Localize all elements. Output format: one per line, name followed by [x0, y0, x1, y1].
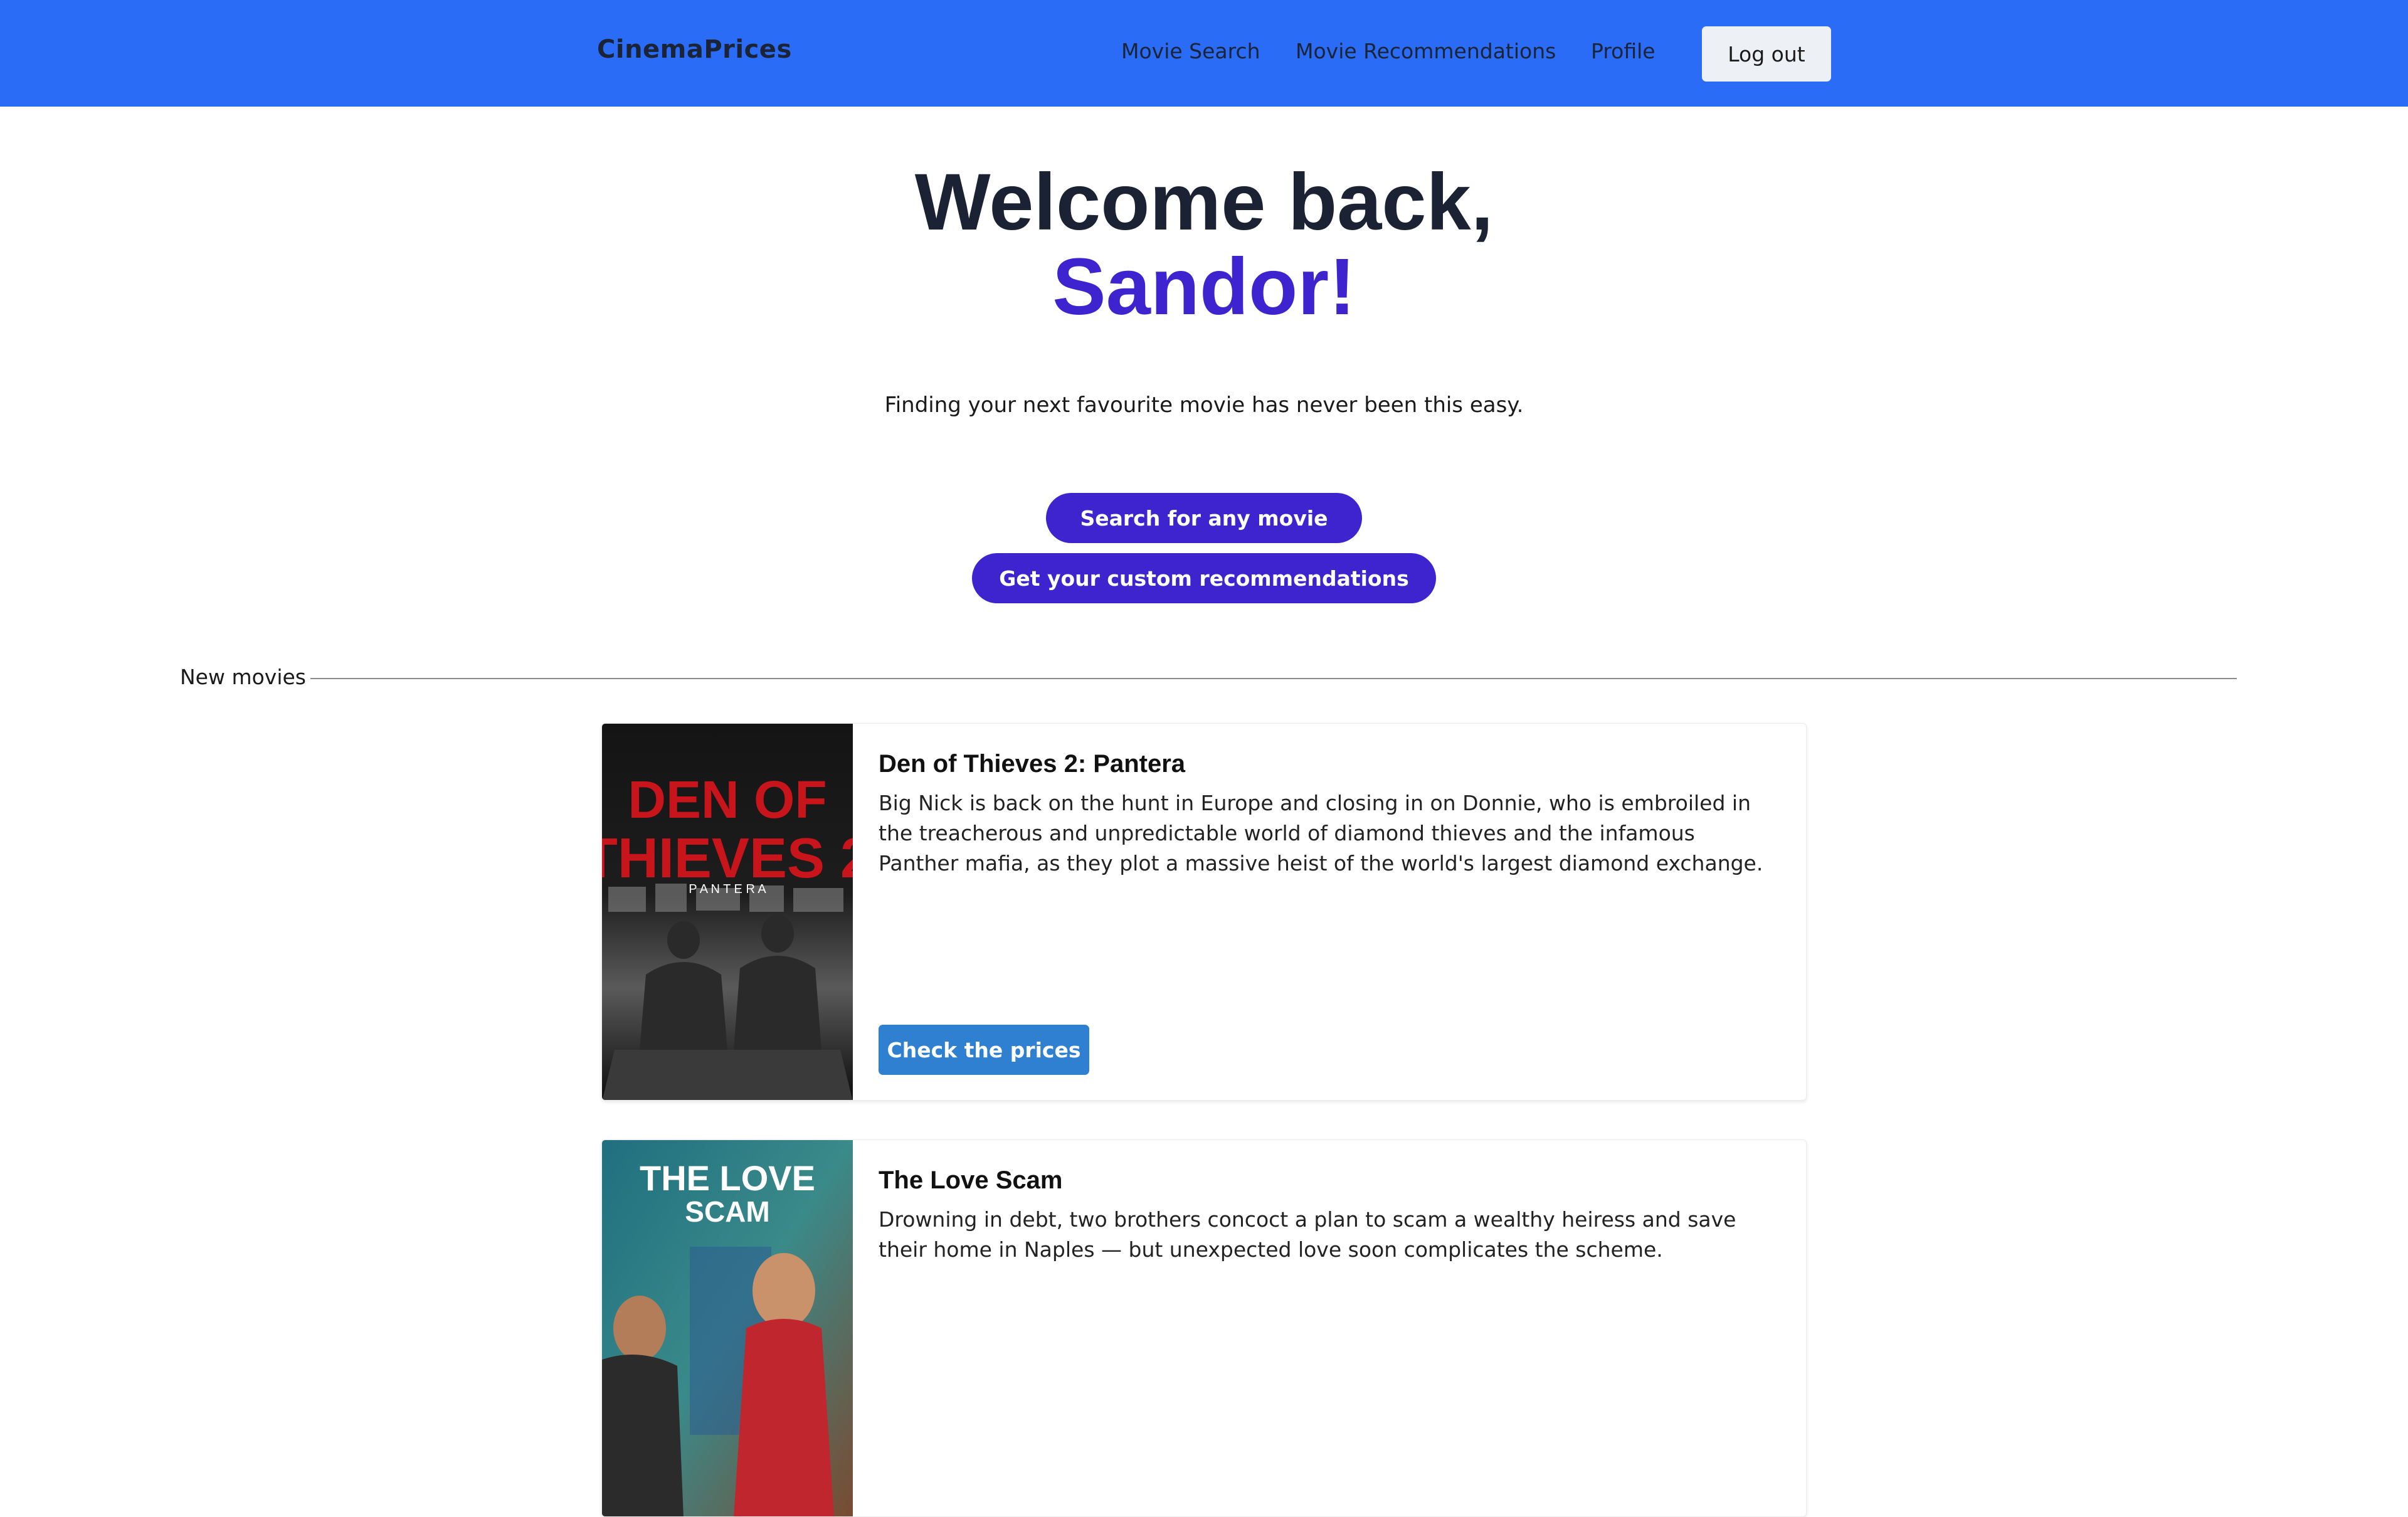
nav-link-movie-recommendations[interactable]: Movie Recommendations: [1296, 39, 1556, 63]
movie-title: The Love Scam: [879, 1166, 1063, 1194]
welcome-greeting: Welcome back,: [914, 157, 1494, 247]
poster-title-line-1: THE LOVE: [640, 1158, 815, 1198]
check-prices-button[interactable]: Check the prices: [879, 1025, 1089, 1075]
poster-title-line-1: DEN OF: [628, 770, 826, 829]
movie-poster[interactable]: DEN OF THIEVES 2 P A N T E R A: [602, 724, 853, 1100]
poster-title-line-2: SCAM: [685, 1195, 769, 1228]
custom-recommendations-button[interactable]: Get your custom recommendations: [972, 553, 1436, 603]
movie-title: Den of Thieves 2: Pantera: [879, 750, 1186, 778]
hero-subtitle: Finding your next favourite movie has ne…: [884, 393, 1524, 418]
movie-description: Big Nick is back on the hunt in Europe a…: [879, 791, 1763, 875]
movie-description: Drowning in debt, two brothers concoct a…: [879, 1207, 1736, 1262]
brand-logo[interactable]: CinemaPrices: [597, 35, 792, 64]
logout-button[interactable]: Log out: [1702, 26, 1831, 82]
welcome-heading: Welcome back, Sandor!: [0, 160, 2408, 329]
section-divider: [310, 678, 2237, 679]
movie-card: DEN OF THIEVES 2 P A N T E R A Den of Th…: [601, 723, 1807, 1101]
nav-link-movie-search[interactable]: Movie Search: [1121, 39, 1260, 63]
welcome-user-name: Sandor!: [1052, 242, 1356, 332]
movie-card: THE LOVE SCAM The Love Scam Drowning in …: [601, 1139, 1807, 1517]
new-movies-label: New movies: [180, 665, 306, 689]
search-movie-button[interactable]: Search for any movie: [1046, 493, 1362, 543]
movie-poster[interactable]: THE LOVE SCAM: [602, 1140, 853, 1516]
nav-link-profile[interactable]: Profile: [1591, 39, 1656, 63]
poster-tagline: P A N T E R A: [689, 882, 766, 896]
top-navbar: CinemaPrices Movie Search Movie Recommen…: [0, 0, 2408, 107]
poster-title-line-2: THIEVES 2: [602, 827, 853, 890]
